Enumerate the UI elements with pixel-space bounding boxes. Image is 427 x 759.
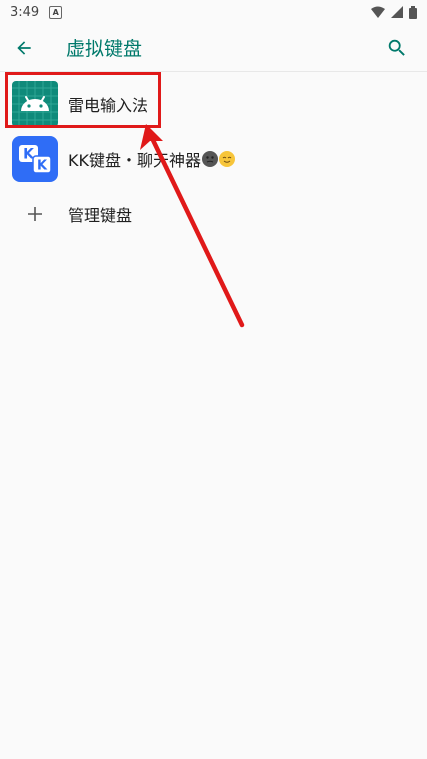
dark-face-emoji-icon (202, 150, 218, 167)
kk-keyboard-name: KK键盘・聊天神器 (68, 150, 201, 170)
keyboard-item-kk[interactable]: K K KK键盘・聊天神器 (0, 131, 427, 186)
manage-keyboards-label: 管理键盘 (68, 205, 133, 225)
status-time: 3:49 (10, 4, 40, 20)
status-left: 3:49 A (10, 4, 63, 20)
back-button[interactable] (0, 24, 48, 72)
smiling-face-emoji-icon (219, 150, 235, 167)
status-right (371, 5, 417, 19)
keyboard-item-label: 雷电输入法 (68, 95, 149, 115)
kk-keyboard-icon: K K (12, 135, 58, 182)
search-icon (388, 39, 405, 56)
keyboard-item-leidian[interactable]: 雷电输入法 (0, 76, 427, 131)
plus-icon (28, 206, 42, 221)
leidian-icon-wrap (12, 80, 58, 127)
notification-icon: A (49, 5, 63, 19)
arrow-back-icon (17, 40, 31, 55)
plus-icon-wrap (12, 191, 58, 237)
manage-keyboards-item[interactable]: 管理键盘 (0, 186, 427, 241)
battery-icon (409, 5, 417, 19)
page-title: 虚拟键盘 (66, 38, 143, 60)
keyboard-list: 雷电输入法 K K KK键盘・聊天神器 管理键盘 (0, 76, 427, 241)
android-icon (12, 80, 58, 127)
wifi-icon (371, 6, 385, 18)
signal-icon (391, 6, 403, 18)
app-bar: 虚拟键盘 (0, 24, 427, 72)
keyboard-item-label: KK键盘・聊天神器 (68, 147, 235, 171)
search-button[interactable] (373, 24, 421, 72)
svg-text:K: K (37, 158, 48, 173)
kk-icon-wrap: K K (12, 135, 58, 182)
status-bar: 3:49 A (0, 0, 427, 24)
